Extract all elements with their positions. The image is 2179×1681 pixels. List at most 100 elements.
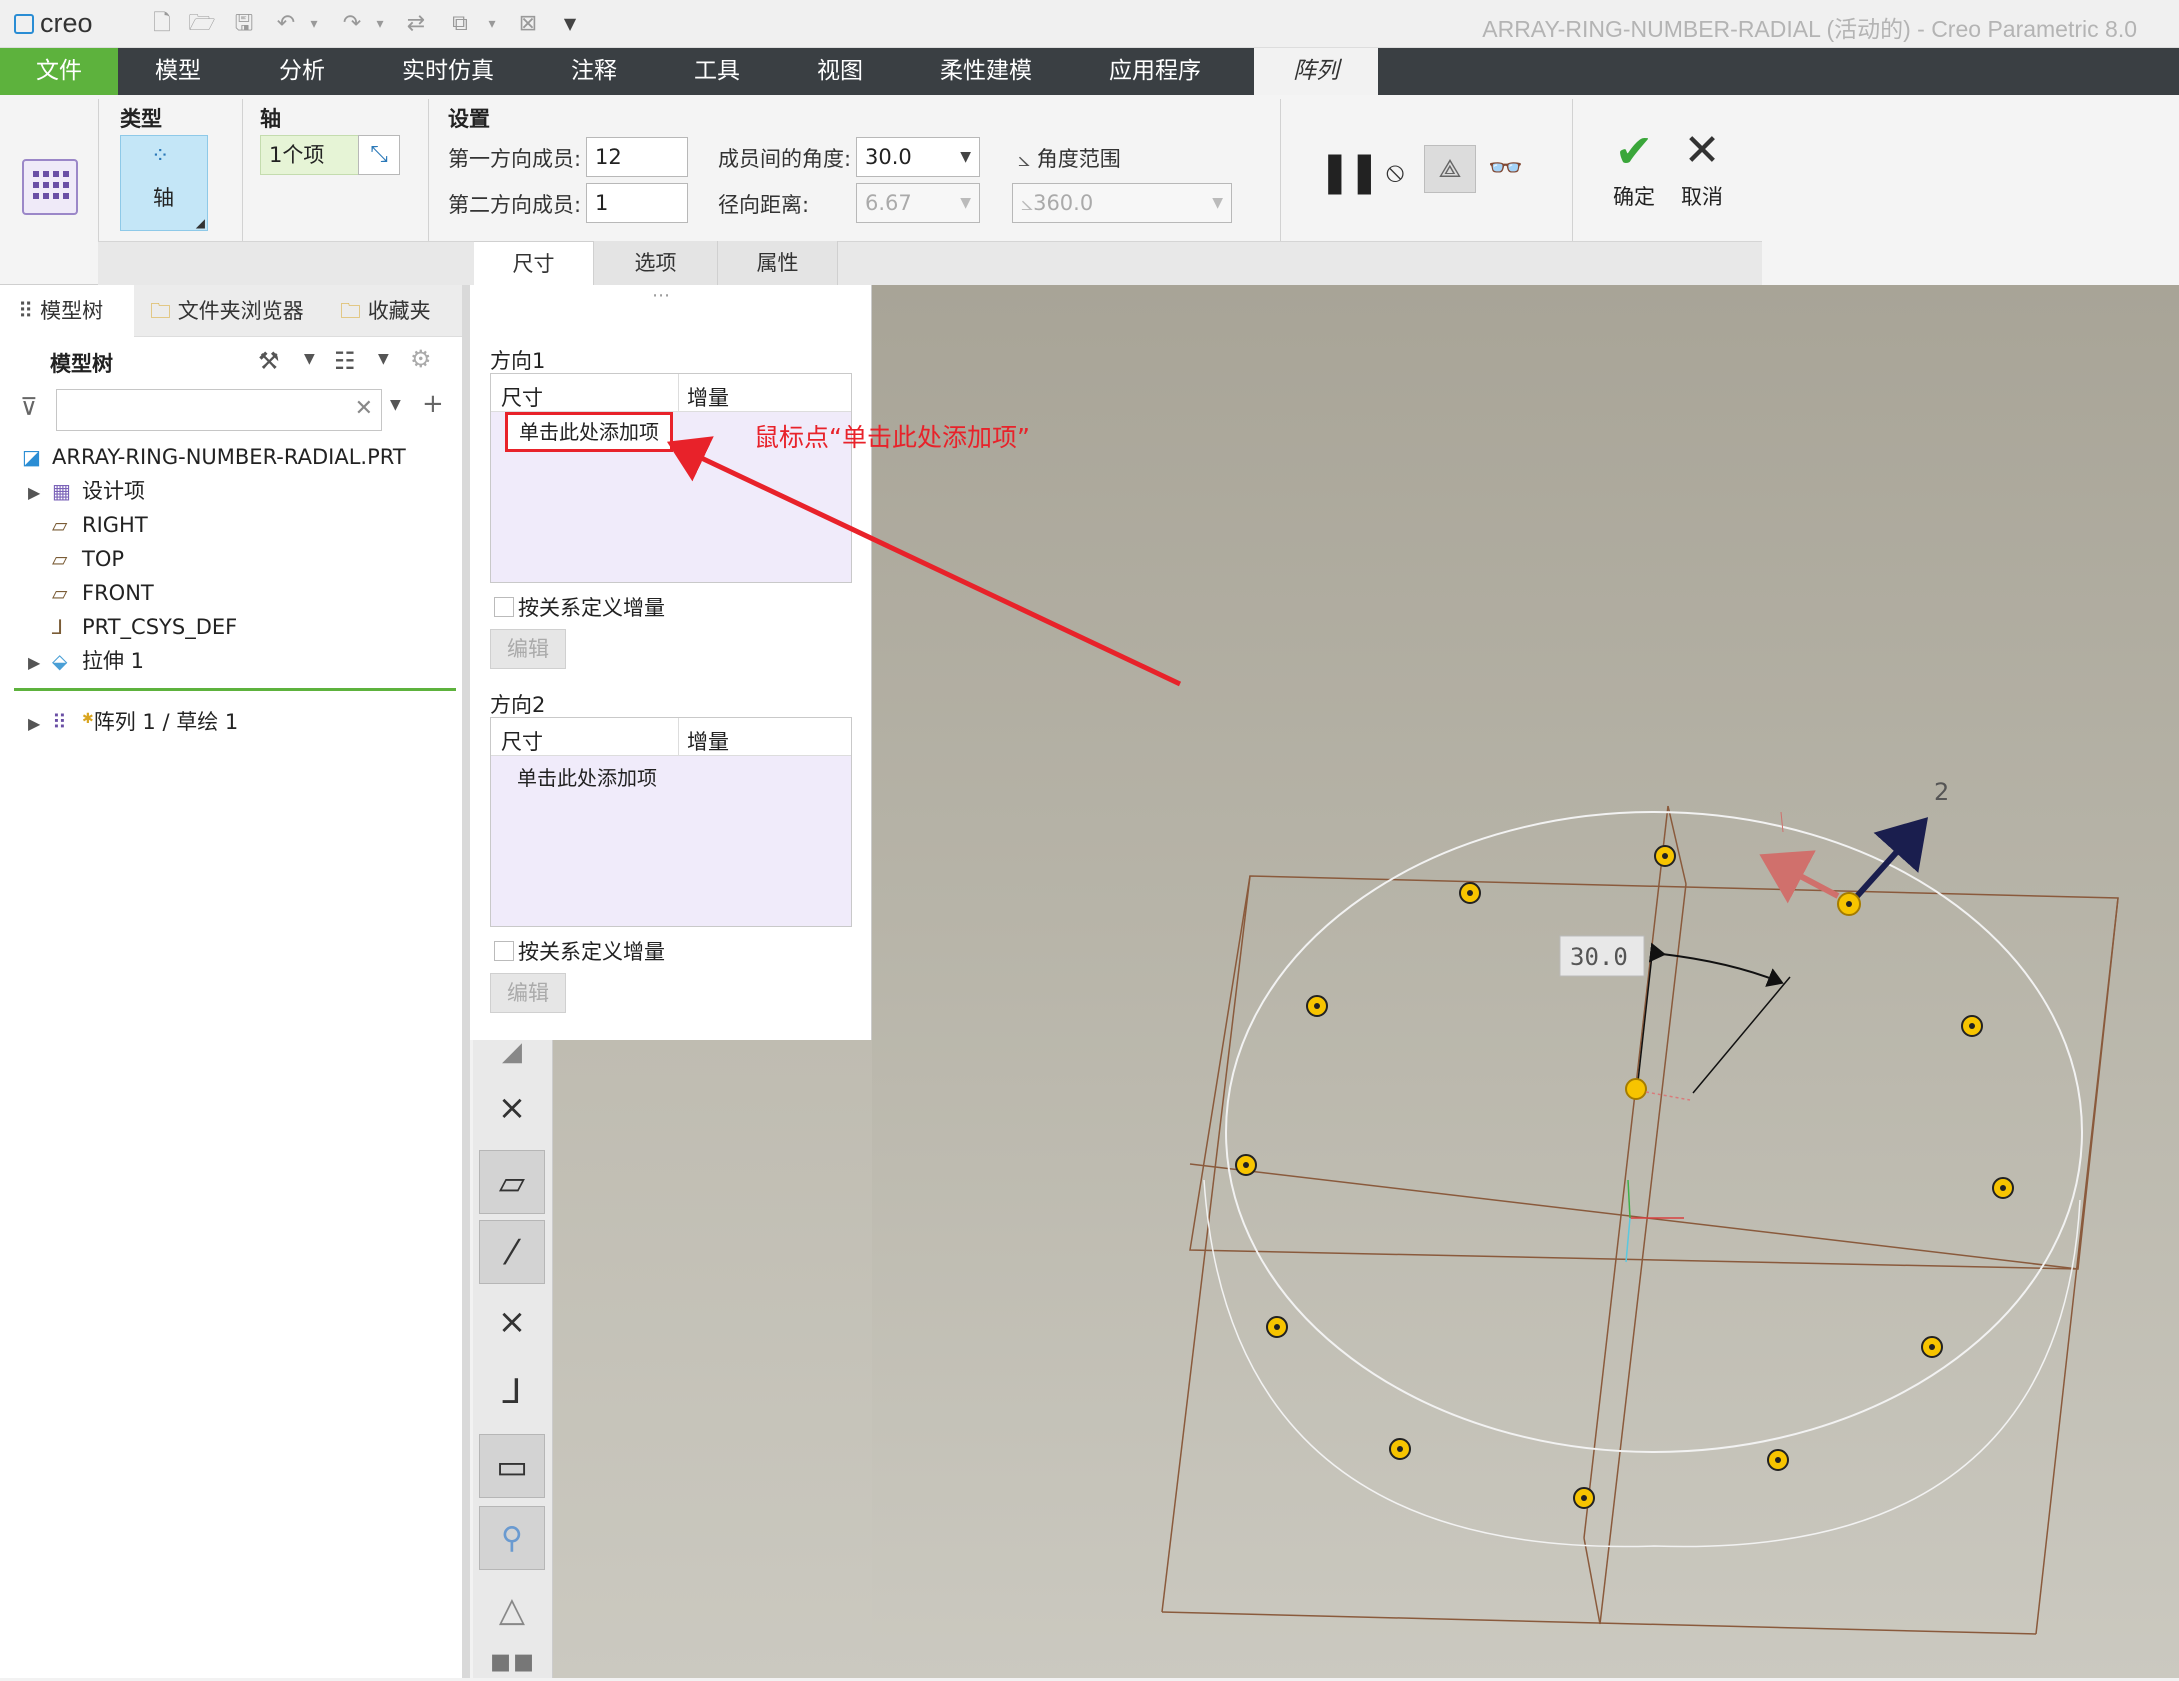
title-bar: creo 🗋 🗁 🖫 ↶ ▾ ↷ ▾ ⇄ ⧉ ▾ ⊠ ▼ ARRAY-RING-… [0,0,2179,48]
expand-icon[interactable]: ▶ [28,476,52,510]
tree-item-extrude[interactable]: ▶ ⬙ 拉伸 1 [28,644,144,678]
tree-item-front[interactable]: ▱ FRONT [52,576,154,610]
datum-plane-icon: ▱ [52,547,68,571]
tree-item-design-items[interactable]: ▶ ▦ 设计项 [28,474,145,508]
tree-item-pattern[interactable]: ▶ ⠿ ✱阵列 1 / 草绘 1 [28,702,238,736]
tree-settings-icon[interactable]: ⚙ [410,345,432,373]
ok-button[interactable]: ✔ 确定 [1604,125,1664,211]
show-dropdown-icon[interactable]: ▼ [378,351,389,367]
dir1-title: 方向1 [490,349,546,373]
menu-file[interactable]: 文件 [0,48,118,95]
undo-icon[interactable]: ↶ [272,10,300,38]
folder-icon: 🗀 [150,299,171,323]
panel-grip-icon[interactable]: ⋯ [652,285,670,306]
windows-icon[interactable]: ⧉ [446,10,474,38]
menu-live-simulation[interactable]: 实时仿真 [378,48,518,95]
axis-collector[interactable]: 1个项 [260,135,360,175]
menu-view[interactable]: 视图 [780,48,900,95]
tree-item-csys[interactable]: ⅃ PRT_CSYS_DEF [52,610,237,644]
datum-display-filter-icon[interactable]: ⨯ [479,1076,545,1140]
expand-icon[interactable]: ▶ [28,707,52,741]
redo-dropdown-icon[interactable]: ▾ [366,10,394,38]
expand-icon[interactable]: ▶ [28,646,52,680]
tab-properties[interactable]: 属性 [718,241,838,285]
customize-qa-icon[interactable]: ▼ [556,10,584,38]
radial-distance-label: 径向距离: [718,193,810,217]
angle-between-input[interactable]: 30.0 ▼ [856,137,980,177]
saved-orientations-icon[interactable]: △ [479,1578,545,1642]
more-tools-icon[interactable]: ▪▪ [479,1644,545,1678]
menu-array[interactable]: 阵列 [1254,48,1378,95]
open-file-icon[interactable]: 🗁 [188,10,216,38]
angle-range-toggle[interactable]: ⦣ 角度范围 [1018,143,1121,173]
regenerate-icon[interactable]: ⇄ [402,10,430,38]
pattern-icon: ⠿ [52,710,67,734]
new-file-icon[interactable]: 🗋 [148,10,176,38]
datum-plane-icon: ▱ [52,581,68,605]
tab-options[interactable]: 选项 [594,241,718,285]
tree-item-part[interactable]: ◪ ARRAY-RING-NUMBER-RADIAL.PRT [22,440,406,474]
radial-distance-input: 6.67 ▼ [856,183,980,223]
annotation-display-icon[interactable]: ▭ [479,1434,545,1498]
flip-axis-icon[interactable]: ⤡ [358,135,400,175]
clear-search-icon[interactable]: ✕ [355,396,373,421]
feature-preview-icon[interactable]: ⟁ [1424,145,1476,193]
dir1-members-input[interactable]: 12 [586,137,688,177]
dir2-edit-button: 编辑 [490,973,566,1013]
tree-item-top[interactable]: ▱ TOP [52,542,124,576]
add-filter-icon[interactable]: + [422,389,444,419]
graphics-viewport-lower-left[interactable] [553,1040,872,1678]
tab-folder-browser[interactable]: 🗀 文件夹浏览器 [146,285,304,337]
csys-display-icon[interactable]: ⅃ [479,1360,545,1424]
dir2-add-item[interactable]: 单击此处添加项 [517,762,657,791]
menu-annotate[interactable]: 注释 [534,48,654,95]
tab-model-tree[interactable]: ⠿ 模型树 [0,285,134,337]
menu-model[interactable]: 模型 [118,48,238,95]
show-list-icon[interactable]: ☷ [334,347,356,375]
axis-display-icon[interactable]: ⁄ [479,1220,545,1284]
ok-label: 确定 [1613,185,1655,209]
datum-plane-icon: ▱ [52,513,68,537]
search-dropdown-icon[interactable]: ▼ [390,397,401,413]
no-preview-icon[interactable]: ⦸ [1386,155,1404,189]
save-icon[interactable]: 🖫 [230,10,258,38]
dir2-members-label: 第二方向成员: [448,193,582,217]
type-axis-button[interactable]: ⁘ 轴 ◢ [120,135,208,231]
pause-icon[interactable]: ❚❚ [1318,149,1381,195]
verify-preview-icon[interactable]: 👓 [1488,151,1523,184]
dir1-relation-checkbox[interactable] [494,597,514,617]
dir2-members-input[interactable]: 1 [586,183,688,223]
graphics-viewport[interactable] [872,285,2179,1678]
cancel-button[interactable]: ✕ 取消 [1672,125,1732,211]
close-window-icon[interactable]: ⊠ [514,10,542,38]
dir1-add-item[interactable]: 单击此处添加项 [505,412,673,452]
sketch-icon[interactable]: ◢ [479,1039,545,1070]
windows-dropdown-icon[interactable]: ▾ [478,10,506,38]
redo-icon[interactable]: ↷ [338,10,366,38]
undo-dropdown-icon[interactable]: ▾ [300,10,328,38]
ribbon-empty-area [1762,95,2179,285]
menu-analysis[interactable]: 分析 [240,48,364,95]
dir1-relation-label: 按关系定义增量 [518,596,665,620]
point-display-icon[interactable]: ⨯ [479,1290,545,1354]
close-icon: ✕ [1683,125,1721,176]
tree-search-input[interactable]: ✕ [56,389,382,431]
angle-range-input: ⦣360.0 ▼ [1012,183,1232,223]
menu-tools[interactable]: 工具 [656,48,778,95]
angle-range-field-icon: ⦣ [1021,191,1034,215]
tree-tools-dropdown-icon[interactable]: ▼ [304,351,315,367]
plane-display-icon[interactable]: ▱ [479,1150,545,1214]
dir2-relation-checkbox[interactable] [494,941,514,961]
insert-marker[interactable] [14,688,456,691]
connections-icon[interactable]: ⚲ [479,1506,545,1570]
tree-tools-icon[interactable]: ⚒ [258,347,280,375]
menu-flexible-modeling[interactable]: 柔性建模 [918,48,1054,95]
menu-applications[interactable]: 应用程序 [1090,48,1220,95]
filter-icon[interactable]: ⊽ [20,393,38,421]
tab-dimensions[interactable]: 尺寸 [474,241,594,285]
tree-item-right[interactable]: ▱ RIGHT [52,508,148,542]
model-tree-icon: ⠿ [18,299,34,323]
dir1-col-increment: 增量 [687,386,729,410]
tab-favorites[interactable]: 🗀 收藏夹 [340,285,431,337]
cancel-label: 取消 [1681,185,1723,209]
